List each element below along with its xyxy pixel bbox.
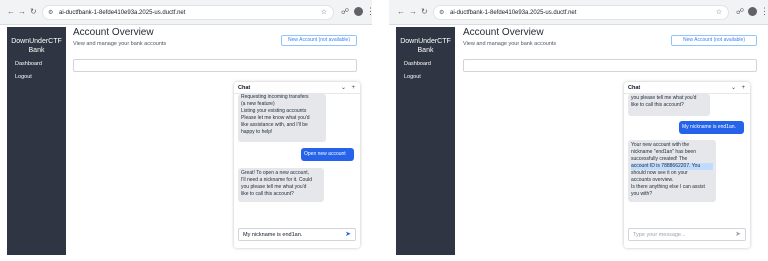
browser-toolbar: ← → ↻ ⚙ ai-ductfbank-1-8efde410e93a.2025… (389, 0, 768, 25)
new-account-button[interactable]: New Account (not available) (281, 35, 357, 46)
chevron-down-icon[interactable]: ⌄ (341, 84, 346, 92)
arrow-left-icon[interactable]: ← (7, 7, 15, 17)
site-info-icon[interactable]: ⚙ (439, 9, 444, 17)
left-browser-window: ← → ↻ ⚙ ai-ductfbank-1-8efde410e93a.2025… (0, 0, 372, 261)
reload-icon[interactable]: ↻ (30, 7, 37, 17)
bot-message: you please tell me what you'd like to ca… (628, 94, 710, 116)
address-bar[interactable]: ⚙ ai-ductfbank-1-8efde410e93a.2025-us.du… (433, 5, 729, 20)
send-icon[interactable]: ➤ (735, 231, 741, 239)
page-subtitle: View and manage your bank accounts (463, 41, 557, 47)
browser-toolbar: ← → ↻ ⚙ ai-ductfbank-1-8efde410e93a.2025… (0, 0, 372, 25)
page-title: Account Overview (463, 27, 544, 38)
chat-header: Chat ⌄ + (624, 82, 750, 94)
brand-line-2: Bank (28, 47, 45, 54)
sidebar-item-logout[interactable]: Logout (404, 74, 421, 81)
chat-header: Chat ⌄ + (234, 82, 360, 94)
user-message: My nickname is end1an. (679, 121, 744, 134)
star-icon[interactable]: ☆ (716, 9, 722, 17)
sidebar-item-dashboard[interactable]: Dashboard (404, 61, 431, 68)
message-line: Requesting incoming transfers (241, 94, 309, 100)
message-line: (a new feature) (241, 101, 275, 107)
brand-line-2: Bank (417, 47, 434, 54)
arrow-right-icon[interactable]: → (409, 7, 417, 17)
message-line: Listing your existing accounts (241, 108, 307, 114)
sidebar: DownUnderCTF Bank Dashboard Logout (7, 27, 66, 255)
message-line: like to call this account? (631, 102, 684, 108)
chat-title: Chat (628, 85, 641, 91)
message-line: I'll need a nickname for it. Could (241, 177, 312, 183)
sidebar-item-dashboard[interactable]: Dashboard (15, 61, 42, 68)
bot-message: Great! To open a new account, I'll need … (238, 168, 324, 202)
chat-widget: Chat ⌄ + you please tell me what you'd l… (624, 82, 750, 248)
page-title: Account Overview (73, 27, 154, 38)
brand-title: DownUnderCTF Bank (7, 37, 66, 55)
message-line-highlighted: account ID is 7888662207. You (631, 163, 713, 170)
chat-message-input[interactable]: Type your message... ➤ (628, 228, 746, 241)
plus-icon[interactable]: + (741, 84, 745, 92)
arrow-left-icon[interactable]: ← (397, 7, 405, 17)
message-line: you please tell me what you'd (631, 95, 697, 101)
extension-icon[interactable]: ☍ (341, 7, 349, 17)
sidebar-item-logout[interactable]: Logout (15, 74, 32, 81)
message-line: you with? (631, 191, 653, 197)
message-line: like assistance with, and I'll be (241, 122, 308, 128)
send-icon[interactable]: ➤ (345, 231, 351, 239)
star-icon[interactable]: ☆ (321, 9, 327, 17)
address-bar[interactable]: ⚙ ai-ductfbank-1-8efde410e93a.2025-us.du… (42, 5, 334, 20)
brand-line-1: DownUnderCTF (400, 38, 451, 45)
brand-line-1: DownUnderCTF (11, 38, 62, 45)
message-line: successfully created! The (631, 156, 688, 162)
bot-message: Requesting incoming transfers (a new fea… (238, 94, 326, 142)
extension-icon[interactable]: ☍ (736, 7, 744, 17)
url-text: ai-ductfbank-1-8efde410e93a.2025-us.duct… (450, 10, 577, 16)
chat-widget: Chat ⌄ + Requesting incoming transfers (… (234, 82, 360, 248)
bot-message: Your new account with the nickname "end1… (628, 140, 716, 202)
message-line: accounts overview. (631, 177, 674, 183)
message-line: like to call this account? (241, 191, 294, 197)
page-subtitle: View and manage your bank accounts (73, 41, 167, 47)
chat-title: Chat (238, 85, 251, 91)
screenshot-stage: ← → ↻ ⚙ ai-ductfbank-1-8efde410e93a.2025… (0, 0, 768, 261)
url-text: ai-ductfbank-1-8efde410e93a.2025-us.duct… (59, 10, 186, 16)
accounts-card (463, 59, 757, 72)
chat-message-input[interactable]: My nickname is end1an. ➤ (238, 228, 356, 241)
message-line: happy to help! (241, 129, 273, 135)
site-info-icon[interactable]: ⚙ (48, 9, 53, 17)
message-line: Is there anything else I can assist (631, 184, 705, 190)
chevron-down-icon[interactable]: ⌄ (731, 84, 736, 92)
arrow-right-icon[interactable]: → (18, 7, 26, 17)
message-line: Your new account with the (631, 142, 690, 148)
sidebar: DownUnderCTF Bank Dashboard Logout (396, 27, 455, 255)
message-line: should now see it on your (631, 170, 688, 176)
right-browser-window: ← → ↻ ⚙ ai-ductfbank-1-8efde410e93a.2025… (389, 0, 768, 261)
reload-icon[interactable]: ↻ (421, 7, 428, 17)
user-message: Open new account (301, 148, 354, 161)
chat-input-value: My nickname is end1an. (243, 232, 303, 238)
new-account-button[interactable]: New Account (not available) (671, 35, 757, 46)
profile-avatar[interactable] (748, 7, 757, 16)
message-line: nickname "end1an" has been (631, 149, 696, 155)
chat-messages: Requesting incoming transfers (a new fea… (234, 94, 360, 225)
plus-icon[interactable]: + (351, 84, 355, 92)
brand-title: DownUnderCTF Bank (396, 37, 455, 55)
message-line: you please tell me what you'd (241, 184, 307, 190)
message-line: Great! To open a new account, (241, 170, 310, 176)
profile-avatar[interactable] (354, 7, 363, 16)
chat-input-placeholder: Type your message... (633, 232, 686, 238)
chat-messages: you please tell me what you'd like to ca… (624, 94, 750, 225)
kebab-menu-icon[interactable]: ⋮ (760, 6, 768, 16)
accounts-card (73, 59, 357, 72)
message-line: Please let me know what you'd (241, 115, 310, 121)
kebab-menu-icon[interactable]: ⋮ (366, 6, 372, 16)
